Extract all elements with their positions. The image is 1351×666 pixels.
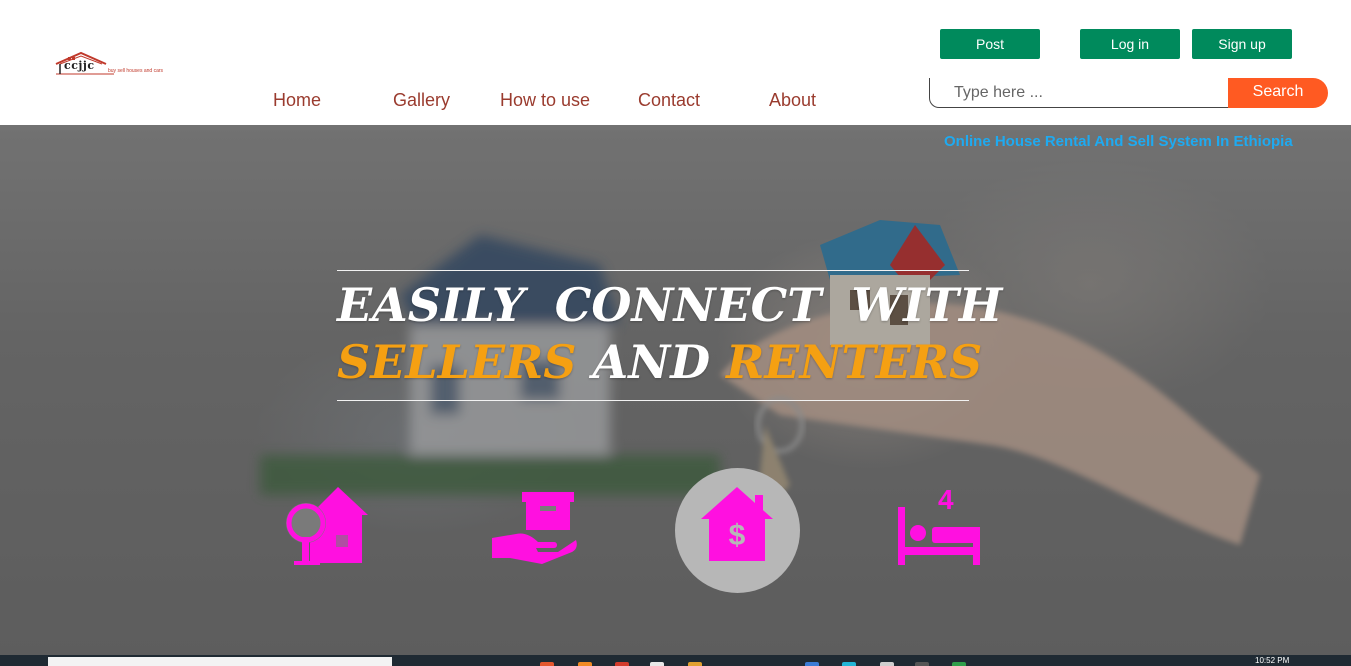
site-logo[interactable]: ccjjc buy sell houses and cars — [54, 50, 194, 78]
svg-text:$: $ — [729, 519, 746, 552]
hero-banner: Online House Rental And Sell System In E… — [0, 125, 1351, 655]
bed-count-label: 4 — [938, 484, 954, 515]
house-with-tree-icon[interactable] — [280, 485, 372, 565]
taskbar-app-icon[interactable] — [578, 662, 592, 666]
taskbar-app-icon[interactable] — [952, 662, 966, 666]
taskbar-clock: 10:52 PM — [1255, 656, 1290, 665]
hero-tagline: Online House Rental And Sell System In E… — [944, 133, 1293, 150]
taskbar-app-icon[interactable] — [880, 662, 894, 666]
hand-holding-box-icon[interactable] — [492, 490, 578, 566]
taskbar-app-icon[interactable] — [805, 662, 819, 666]
nav-home[interactable]: Home — [273, 90, 321, 111]
post-button[interactable]: Post — [940, 29, 1040, 59]
taskbar-search-box[interactable] — [48, 657, 392, 666]
signup-button[interactable]: Sign up — [1192, 29, 1292, 59]
taskbar-app-icon[interactable] — [650, 662, 664, 666]
os-taskbar: 10:52 PM — [0, 655, 1351, 666]
logo-tagline: buy sell houses and cars — [108, 68, 164, 74]
nav-contact[interactable]: Contact — [638, 90, 700, 111]
taskbar-app-icon[interactable] — [688, 662, 702, 666]
search-bar: Search — [929, 78, 1329, 108]
taskbar-app-icon[interactable] — [540, 662, 554, 666]
headline-top-rule — [337, 270, 969, 271]
taskbar-app-icon[interactable] — [842, 662, 856, 666]
search-input[interactable] — [929, 78, 1229, 108]
house-dollar-icon[interactable]: $ — [697, 485, 777, 563]
taskbar-app-icon[interactable] — [915, 662, 929, 666]
headline-word-sellers: SELLERS — [337, 335, 577, 389]
login-button[interactable]: Log in — [1080, 29, 1180, 59]
headline-word-and: AND — [592, 335, 711, 389]
page: ccjjc buy sell houses and cars Home Gall… — [0, 0, 1351, 666]
bed-four-icon[interactable]: 4 — [896, 483, 982, 567]
hero-dark-overlay — [0, 125, 1351, 655]
search-button[interactable]: Search — [1228, 78, 1328, 108]
nav-how-to-use[interactable]: How to use — [500, 90, 590, 111]
hero-headline-line2: SELLERS AND RENTERS — [337, 335, 982, 389]
taskbar-app-icon[interactable] — [615, 662, 629, 666]
site-header: ccjjc buy sell houses and cars Home Gall… — [0, 0, 1351, 125]
nav-about[interactable]: About — [769, 90, 816, 111]
nav-gallery[interactable]: Gallery — [393, 90, 450, 111]
logo-wordmark: ccjjc — [64, 59, 95, 72]
hero-headline-line1: EASILY CONNECT WITH — [337, 278, 1003, 332]
headline-word-renters: RENTERS — [726, 335, 983, 389]
headline-bottom-rule — [337, 400, 969, 401]
